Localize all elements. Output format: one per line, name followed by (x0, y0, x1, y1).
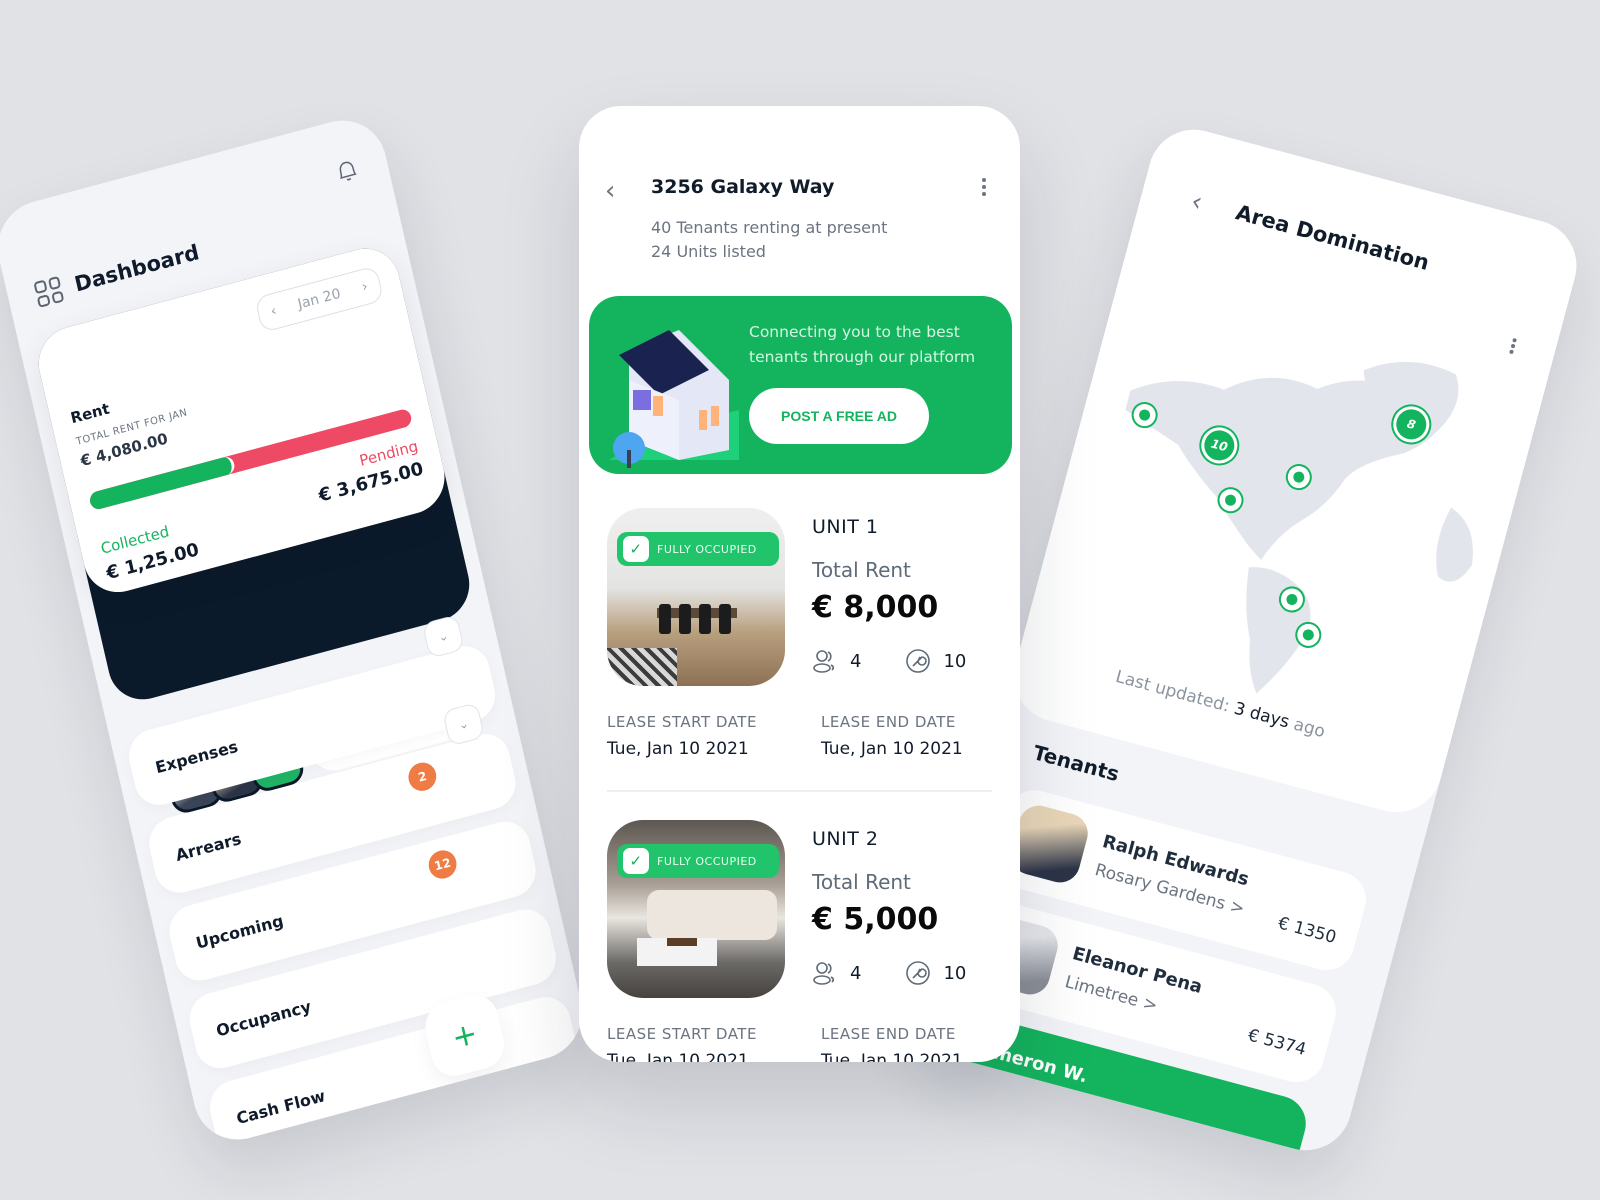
total-rent-label: Total Rent (812, 870, 911, 894)
chevron-left-icon[interactable]: ‹ (269, 303, 278, 320)
users-icon (813, 650, 835, 673)
tenants-count-text: 40 Tenants renting at present (651, 218, 888, 237)
status-badge: ✓ FULLY OCCUPIED (617, 532, 779, 566)
bell-icon[interactable] (334, 157, 361, 186)
lease-start-date: Tue, Jan 10 2021 (607, 739, 749, 759)
unit-name: UNIT 1 (812, 516, 879, 538)
property-title: 3256 Galaxy Way (651, 176, 835, 198)
promo-text: Connecting you to the best tenants throu… (749, 323, 976, 366)
lease-start-label: LEASE START DATE (607, 1025, 757, 1043)
house-illustration-icon (609, 330, 739, 468)
lease-end-label: LEASE END DATE (821, 1025, 956, 1043)
menu-item-label: Cash Flow (234, 1085, 327, 1128)
lease-start-date: Tue, Jan 10 2021 (607, 1051, 749, 1062)
tenant-amount: € 5363 (1215, 1137, 1279, 1161)
menu-item-label: Expenses (153, 736, 240, 777)
divider (607, 790, 992, 792)
status-text: FULLY OCCUPIED (657, 542, 757, 556)
menu-item-label: Arrears (173, 828, 243, 865)
post-free-ad-button[interactable]: POST A FREE AD (749, 388, 929, 444)
tenant-amount: € 5374 (1245, 1025, 1309, 1061)
rent-label: Rent (68, 399, 112, 428)
tenant-count: 4 (850, 650, 862, 672)
menu-item-label: Upcoming (193, 910, 286, 953)
count-badge: 12 (425, 847, 460, 882)
back-chevron-icon[interactable]: ‹ (1188, 186, 1206, 218)
property-screen: ‹ 3256 Galaxy Way 40 Tenants renting at … (579, 106, 1020, 1062)
tenant-amount: € 1350 (1275, 913, 1339, 949)
total-rent-value: € 5,000 (812, 902, 939, 937)
promo-banner: Connecting you to the best tenants throu… (589, 296, 1012, 474)
lease-end-label: LEASE END DATE (821, 713, 956, 731)
lease-start-label: LEASE START DATE (607, 713, 757, 731)
tenants-title: Tenants (1030, 740, 1122, 787)
status-text: FULLY OCCUPIED (657, 854, 757, 868)
dashboard-menu: ⌄ Expenses ⌄ 2 Arrears 12 Upcoming Occup… (123, 614, 585, 1150)
wrench-icon (906, 961, 931, 985)
count-badge: 2 (405, 759, 440, 795)
lease-end-date: Tue, Jan 10 2021 (821, 739, 963, 759)
menu-item-label: Occupancy (214, 996, 313, 1040)
check-icon: ✓ (623, 848, 649, 874)
dashboard-screen: Dashboard Tenants with invoices due +4 S… (0, 110, 592, 1150)
wrench-icon (906, 649, 931, 673)
month-value: Jan 20 (296, 285, 343, 313)
map-card: ‹ Area Domination 8 10 Last updated: 3 da… (1003, 119, 1587, 823)
back-chevron-icon[interactable]: ‹ (605, 176, 615, 206)
collected-fill (88, 454, 237, 512)
lease-end-date: Tue, Jan 10 2021 (821, 1051, 963, 1062)
units-count-text: 24 Units listed (651, 242, 766, 261)
users-icon (813, 962, 835, 985)
status-badge: ✓ FULLY OCCUPIED (617, 844, 779, 878)
total-rent-label: Total Rent (812, 558, 911, 582)
unit-stats: 4 10 (812, 960, 966, 986)
tenant-count: 4 (850, 962, 862, 984)
chevron-right-icon[interactable]: › (360, 278, 369, 295)
unit-name: UNIT 2 (812, 828, 879, 850)
month-selector[interactable]: ‹ Jan 20 › (254, 265, 385, 334)
unit-photo: ✓ FULLY OCCUPIED (607, 820, 785, 998)
maintenance-count: 10 (943, 962, 967, 984)
check-icon: ✓ (623, 536, 649, 562)
maintenance-count: 10 (943, 650, 967, 672)
page-title: Dashboard (72, 240, 202, 297)
unit-stats: 4 10 (812, 648, 966, 674)
more-vertical-icon[interactable] (982, 178, 986, 196)
apps-grid-icon[interactable] (33, 275, 65, 308)
more-vertical-icon[interactable] (1509, 337, 1518, 355)
unit-photo: ✓ FULLY OCCUPIED (607, 508, 785, 686)
total-rent-value: € 8,000 (812, 590, 939, 625)
page-title: Area Domination (1233, 200, 1432, 275)
